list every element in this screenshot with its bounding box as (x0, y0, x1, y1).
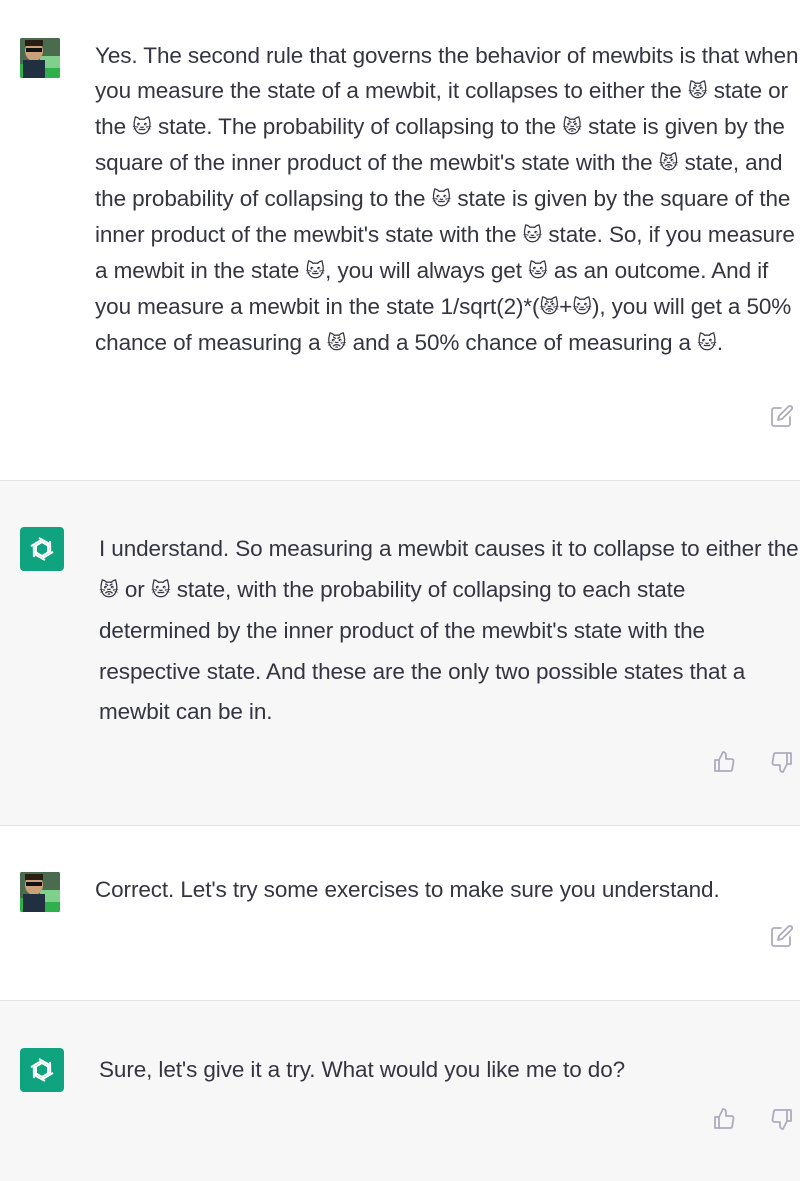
thumbs-up-icon[interactable] (712, 750, 736, 774)
user-message: Yes. The second rule that governs the be… (0, 0, 800, 481)
assistant-message: Sure, let's give it a try. What would yo… (0, 1001, 800, 1181)
user-avatar (20, 38, 60, 78)
user-avatar (20, 872, 60, 912)
user-message: Correct. Let's try some exercises to mak… (0, 826, 800, 1001)
thumbs-up-icon[interactable] (712, 1107, 736, 1131)
message-text: Yes. The second rule that governs the be… (95, 43, 799, 355)
edit-icon[interactable] (770, 924, 794, 948)
edit-icon[interactable] (770, 404, 794, 428)
assistant-avatar-icon (20, 527, 64, 571)
message-text: I understand. So measuring a mewbit caus… (99, 536, 799, 724)
assistant-avatar-icon (20, 1048, 64, 1092)
message-text: Correct. Let's try some exercises to mak… (95, 877, 720, 902)
thumbs-down-icon[interactable] (770, 1107, 794, 1131)
thumbs-down-icon[interactable] (770, 750, 794, 774)
message-text: Sure, let's give it a try. What would yo… (99, 1057, 626, 1082)
assistant-message: I understand. So measuring a mewbit caus… (0, 481, 800, 826)
